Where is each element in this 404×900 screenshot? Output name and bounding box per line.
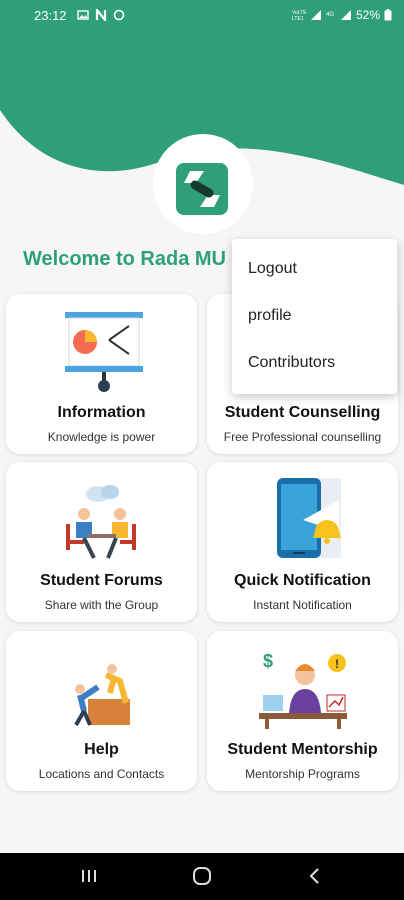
status-bar: 23:12 VoLTE LTE1 4G 52% (0, 0, 404, 30)
card-title: Student Forums (40, 572, 163, 589)
mentor-desk-icon: $ ! (258, 651, 347, 729)
presentation-board-icon (64, 312, 143, 392)
recent-apps-icon (82, 870, 96, 882)
overflow-menu: Logout profile Contributors (232, 239, 397, 394)
card-help[interactable]: Help Locations and Contacts (6, 631, 197, 791)
svg-text:LTE1: LTE1 (292, 16, 304, 21)
gallery-icon (76, 10, 89, 20)
menu-item-profile[interactable]: profile (248, 307, 292, 325)
card-title: Student Mentorship (227, 741, 378, 758)
card-title: Quick Notification (234, 572, 371, 589)
welcome-heading: Welcome to Rada MU (23, 248, 226, 270)
card-title: Student Counselling (224, 404, 381, 421)
card-subtitle: Knowledge is power (47, 430, 156, 444)
app-logo-icon (176, 163, 228, 215)
card-subtitle: Instant Notification (253, 598, 352, 612)
card-title: Information (57, 404, 146, 421)
battery-percent: 52% (355, 8, 380, 22)
n-app-icon (95, 9, 106, 21)
card-subtitle: Free Professional counselling (223, 430, 382, 444)
svg-text:4G: 4G (326, 12, 334, 18)
system-navigation-bar (0, 853, 404, 900)
card-title: Help (84, 741, 119, 758)
back-button[interactable] (300, 863, 330, 889)
status-time: 23:12 (34, 7, 67, 23)
battery-icon (384, 9, 392, 21)
card-subtitle: Share with the Group (44, 598, 159, 612)
card-subtitle: Locations and Contacts (38, 767, 165, 781)
card-information[interactable]: Information Knowledge is power (6, 294, 197, 454)
card-quick-notification[interactable]: Quick Notification Instant Notification (207, 462, 398, 622)
group-discussion-icon (65, 485, 136, 559)
menu-item-logout[interactable]: Logout (248, 260, 297, 278)
svg-text:$: $ (263, 651, 273, 671)
card-student-forums[interactable]: Student Forums Share with the Group (6, 462, 197, 622)
phone-bell-icon (276, 478, 341, 558)
recent-apps-button[interactable] (74, 863, 104, 889)
signal-icon (310, 10, 321, 20)
card-student-mentorship[interactable]: $ ! Student Mentorship Mentorship Progra… (207, 631, 398, 791)
home-icon (193, 867, 211, 885)
card-subtitle: Mentorship Programs (245, 767, 360, 781)
back-icon (309, 868, 319, 884)
helping-hand-icon (73, 664, 130, 726)
sync-icon (113, 9, 124, 21)
lte-icon: 4G (326, 12, 334, 18)
volte-icon: VoLTELTE1 (292, 10, 306, 21)
svg-text:!: ! (335, 657, 339, 671)
signal-icon-2 (340, 10, 351, 20)
menu-item-contributors[interactable]: Contributors (248, 354, 335, 372)
home-button[interactable] (187, 863, 217, 889)
